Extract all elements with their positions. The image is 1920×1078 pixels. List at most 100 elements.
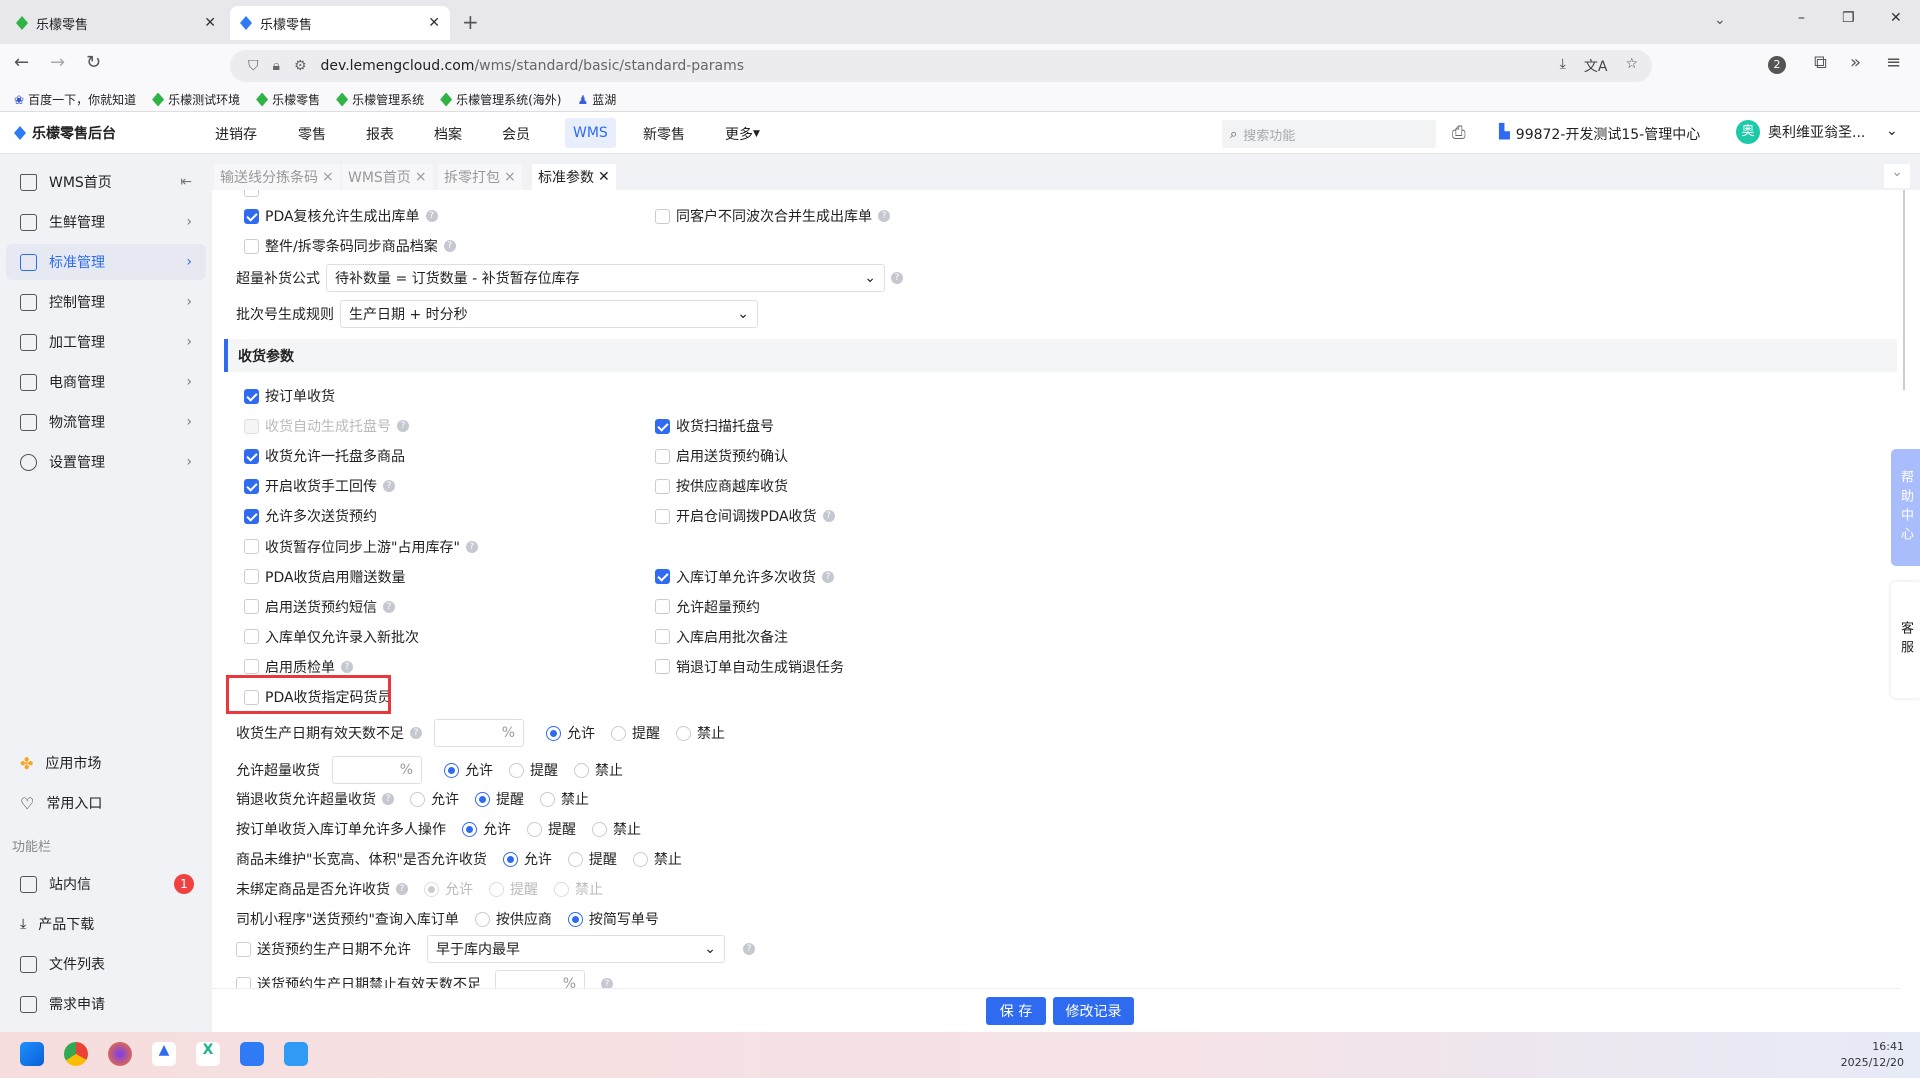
checkbox-barcode-sync[interactable]: 整件/拆零条码同步商品档案? — [244, 236, 456, 256]
checkbox[interactable] — [244, 629, 259, 645]
close-tab-icon[interactable]: ✕ — [204, 15, 216, 31]
reload-icon[interactable]: ↻ — [86, 52, 101, 73]
sidebar-item-fresh[interactable]: 生鲜管理 › — [6, 204, 206, 240]
radio[interactable] — [546, 725, 561, 741]
radio-option[interactable]: 禁止 — [574, 760, 623, 780]
percent-input[interactable]: % — [332, 756, 422, 784]
radio[interactable] — [567, 851, 583, 867]
close-window-icon[interactable]: ✕ — [1890, 10, 1902, 26]
history-button[interactable]: 修改记录 — [1053, 997, 1134, 1025]
customer-service-button[interactable]: 客服 — [1891, 582, 1920, 698]
checkbox[interactable] — [244, 388, 259, 404]
checkbox-pda-review[interactable]: PDA复核允许生成出库单? — [244, 206, 438, 226]
bookmark[interactable]: ♟ 蓝湖 — [578, 91, 617, 108]
radio-option[interactable]: 提醒 — [567, 849, 617, 869]
checkbox-option[interactable]: 销退订单自动生成销退任务 — [655, 657, 844, 677]
nav-item[interactable]: 新零售 — [643, 113, 685, 154]
checkbox[interactable] — [655, 418, 670, 434]
radio-option[interactable]: 允许 — [502, 849, 552, 869]
nav-item[interactable]: 档案 — [434, 113, 462, 154]
help-icon[interactable]: ? — [465, 540, 478, 553]
checkbox-option[interactable]: 开启收货手工回传? — [244, 476, 395, 496]
help-icon[interactable]: ? — [382, 793, 394, 805]
radio[interactable] — [592, 821, 607, 837]
radio-option[interactable]: 提醒 — [611, 723, 660, 743]
help-icon[interactable]: ? — [822, 570, 834, 583]
sidebar-item-ecommerce[interactable]: 电商管理 › — [6, 364, 206, 400]
radio-option[interactable]: 按供应商 — [474, 909, 552, 929]
checkbox[interactable] — [655, 448, 670, 464]
tab-list-chevron-icon[interactable]: ⌄ — [1714, 12, 1726, 28]
app-icon[interactable]: ▲ — [152, 1042, 176, 1066]
checkbox[interactable] — [655, 569, 670, 585]
radio-option[interactable]: 提醒 — [527, 819, 576, 839]
checkbox[interactable] — [655, 508, 670, 524]
nav-item[interactable]: 零售 — [298, 113, 326, 154]
bookmark[interactable]: ❀ 百度一下，你就知道 — [14, 91, 136, 108]
store-selector[interactable]: ▙ 99872-开发测试15-管理中心 — [1499, 124, 1700, 144]
extension-badge[interactable]: 2 — [1768, 56, 1786, 74]
radio-option[interactable]: 提醒 — [475, 789, 524, 809]
radio[interactable] — [611, 725, 626, 741]
radio[interactable] — [462, 821, 477, 837]
checkbox-option[interactable]: 入库订单允许多次收货? — [655, 567, 834, 587]
sidebar-app-market[interactable]: ✤ 应用市场 — [6, 745, 206, 781]
help-icon[interactable]: ? — [891, 272, 903, 284]
radio[interactable] — [554, 881, 569, 897]
checkbox-option[interactable]: 开启仓间调拨PDA收货? — [655, 506, 835, 526]
help-center-button[interactable]: 帮助中心 — [1891, 449, 1920, 566]
sidebar-item-control[interactable]: 控制管理 › — [6, 284, 206, 320]
radio-option[interactable]: 允许 — [462, 819, 511, 839]
help-icon[interactable]: ? — [410, 727, 422, 739]
install-icon[interactable]: ⤓ — [1560, 56, 1566, 76]
radio[interactable] — [632, 851, 648, 867]
checkbox[interactable] — [655, 208, 670, 224]
nav-item[interactable]: 报表 — [366, 113, 394, 154]
checkbox-option[interactable]: 入库单仅允许录入新批次 — [244, 627, 419, 647]
radio-option[interactable]: 提醒 — [489, 879, 538, 899]
bookmark[interactable]: 乐檬管理系统 — [336, 91, 424, 108]
nav-item-more[interactable]: 更多 ▼ — [725, 113, 760, 154]
checkbox[interactable] — [655, 478, 670, 494]
checkbox[interactable] — [244, 478, 259, 494]
radio[interactable] — [676, 725, 691, 741]
help-icon[interactable]: ? — [443, 240, 456, 252]
radio[interactable] — [502, 851, 518, 867]
help-icon[interactable]: ? — [822, 510, 835, 523]
checkbox-option[interactable]: 收货自动生成托盘号? — [244, 416, 409, 436]
help-icon[interactable]: ? — [878, 210, 890, 222]
back-icon[interactable]: ← — [14, 52, 29, 73]
checkbox[interactable] — [244, 659, 259, 675]
checkbox-option[interactable]: 收货扫描托盘号 — [655, 416, 774, 436]
checkbox[interactable] — [244, 208, 259, 224]
help-icon[interactable]: ? — [396, 883, 408, 895]
checkbox-option[interactable]: 启用质检单? — [244, 657, 353, 677]
percent-input[interactable]: % — [434, 719, 524, 747]
sidebar-item-standard[interactable]: 标准管理 › — [6, 244, 206, 280]
radio[interactable] — [424, 881, 439, 897]
checkbox-option[interactable]: 收货暂存位同步上游"占用库存"? — [244, 537, 478, 557]
browser-tab-active[interactable]: 乐檬零售 ✕ — [230, 6, 450, 40]
bookmark[interactable]: 乐檬测试环境 — [152, 91, 240, 108]
delivery-date-select[interactable]: 早于库内最早 ⌄ — [427, 935, 725, 963]
replenish-formula-select[interactable]: 待补数量 = 订货数量 - 补货暂存位库存 ⌄ — [326, 264, 885, 292]
delivery-days-input[interactable]: % — [495, 970, 585, 988]
url-bar[interactable]: ⛉ 🔒︎ ⚙︎ dev.lemengcloud.com/wms/standard/b… — [230, 50, 1652, 82]
checkbox-option[interactable]: 启用送货预约短信? — [244, 597, 395, 617]
scrollbar[interactable] — [1903, 190, 1905, 390]
radio-option[interactable]: 允许 — [444, 760, 493, 780]
sidebar-item-process[interactable]: 加工管理 › — [6, 324, 206, 360]
sidebar-requests[interactable]: 需求申请 — [6, 986, 206, 1022]
menu-icon[interactable]: ≡ — [1886, 52, 1901, 73]
app-icon[interactable] — [284, 1042, 308, 1066]
new-tab-button[interactable]: + — [462, 10, 479, 34]
checkbox[interactable] — [236, 976, 251, 988]
page-tab[interactable]: 拆零打包 × — [438, 164, 522, 190]
xmind-icon[interactable]: X — [196, 1042, 220, 1066]
radio-option[interactable]: 允许 — [424, 879, 473, 899]
radio-option[interactable]: 禁止 — [554, 879, 603, 899]
radio-option[interactable]: 禁止 — [676, 723, 725, 743]
forward-icon[interactable]: → — [50, 52, 65, 73]
radio[interactable] — [509, 762, 524, 778]
help-icon[interactable]: ? — [341, 660, 353, 673]
